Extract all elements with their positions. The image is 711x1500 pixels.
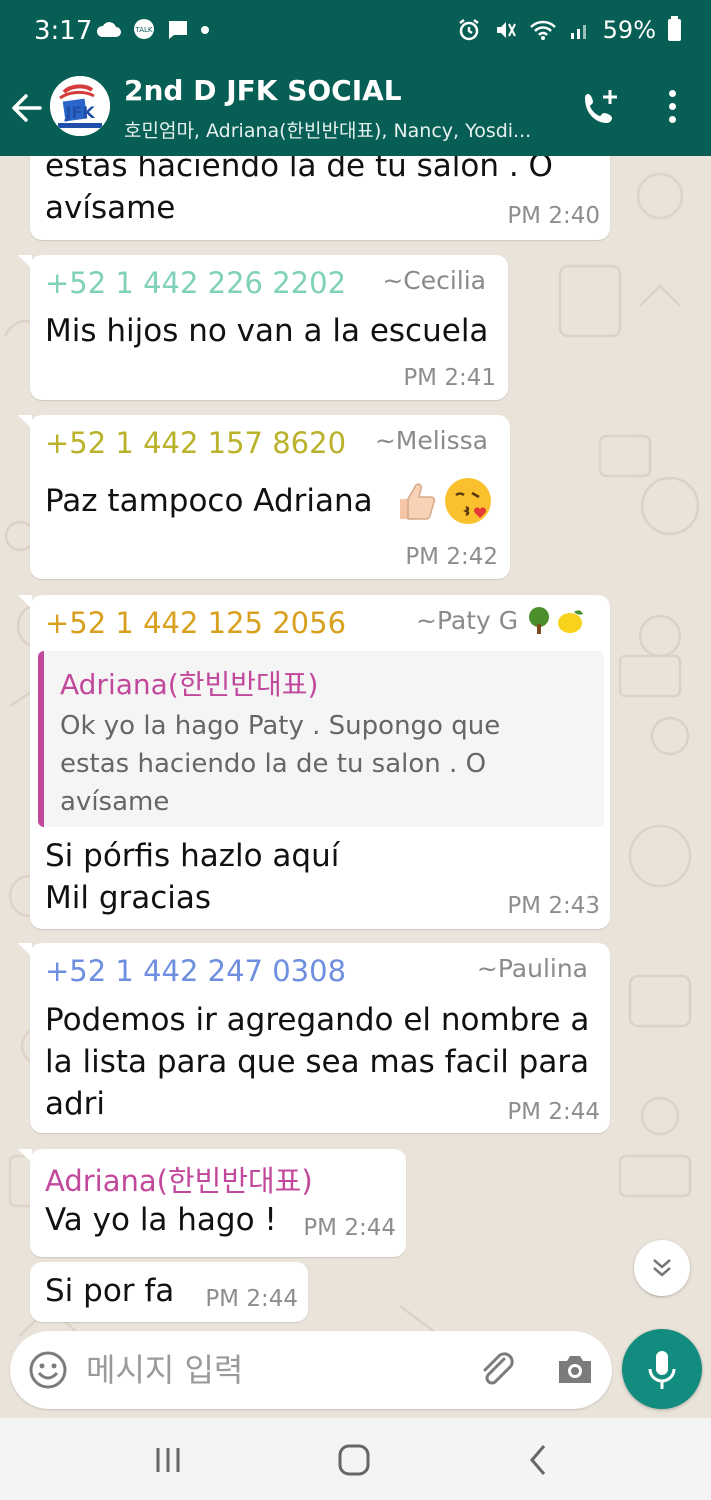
talk-icon: TALK	[134, 19, 154, 39]
sender-name: ~Paulina	[476, 954, 588, 983]
message-bubble[interactable]: Adriana(한빈반대표) Va yo la hago ! PM 2:44	[18, 1149, 406, 1257]
sender-name: ~Cecilia	[382, 266, 486, 295]
message-text: Si por fa	[45, 1273, 175, 1309]
attach-button[interactable]	[476, 1349, 518, 1391]
message-bubble[interactable]: +52 1 442 157 8620 ~Melissa Paz tampoco …	[18, 415, 510, 579]
quote-author: Adriana(한빈반대표)	[60, 668, 319, 701]
chat-header: JFK 2nd D JFK SOCIAL 호민엄마, Adriana(한빈반대표…	[0, 62, 711, 156]
quote-text-line: avísame	[60, 787, 170, 817]
sender-name: ~Melissa	[374, 426, 488, 455]
sender-phone[interactable]: +52 1 442 125 2056	[45, 606, 346, 640]
status-time: 3:17	[34, 16, 93, 46]
chat-title[interactable]: 2nd D JFK SOCIAL	[124, 74, 402, 107]
recents-icon	[156, 1448, 180, 1472]
message-bubble[interactable]: estas haciendo la de tu salon . O avísam…	[30, 156, 610, 240]
group-avatar[interactable]: JFK	[50, 76, 110, 136]
thumbs-up-icon	[400, 483, 436, 520]
message-time: PM 2:40	[507, 203, 600, 229]
cloud-icon	[96, 22, 121, 37]
message-text: Mil gracias	[45, 880, 212, 916]
mic-icon	[648, 1351, 676, 1389]
sender-name: ~Paty G	[416, 606, 519, 635]
notification-icons: TALK	[96, 18, 210, 42]
home-button[interactable]	[324, 1438, 384, 1482]
status-bar: 3:17 TALK 59%	[0, 0, 711, 62]
message-input[interactable]	[86, 1345, 466, 1395]
chat-messages-area[interactable]: estas haciendo la de tu salon . O avísam…	[0, 156, 711, 1418]
sender-phone[interactable]: +52 1 442 157 8620	[45, 426, 346, 460]
battery-percent: 59%	[602, 16, 656, 44]
message-time: PM 2:42	[405, 544, 498, 570]
signal-icon	[570, 25, 586, 39]
message-text: la lista para que sea mas facil para	[45, 1044, 590, 1080]
voice-message-button[interactable]	[622, 1329, 702, 1409]
back-button[interactable]	[10, 86, 46, 130]
chat-members[interactable]: 호민엄마, Adriana(한빈반대표), Nancy, Yosdi...	[124, 116, 564, 143]
message-bubble[interactable]: +52 1 442 247 0308 ~Paulina Podemos ir a…	[18, 943, 610, 1133]
message-bubble[interactable]: +52 1 442 226 2202 ~Cecilia Mis hijos no…	[18, 255, 508, 400]
message-text: estas haciendo la de tu salon . O	[45, 156, 553, 184]
message-composer	[10, 1331, 612, 1409]
camera-icon	[559, 1356, 591, 1383]
sender-phone[interactable]: +52 1 442 226 2202	[45, 266, 346, 300]
message-text: Mis hijos no van a la escuela	[45, 313, 489, 349]
system-icons: 59%	[457, 16, 681, 44]
tree-icon	[529, 607, 549, 634]
message-text: Paz tampoco Adriana	[45, 483, 373, 519]
quote-text-line: Ok yo la hago Paty . Supongo que	[60, 711, 501, 741]
camera-button[interactable]	[554, 1349, 596, 1391]
message-text: Podemos ir agregando el nombre a	[45, 1002, 590, 1038]
smiley-icon	[29, 1351, 67, 1389]
message-time: PM 2:44	[507, 1099, 600, 1125]
nav-back-icon	[530, 1445, 546, 1475]
message-time: PM 2:44	[205, 1286, 298, 1312]
message-bubble[interactable]: Si por fa PM 2:44	[30, 1262, 308, 1322]
emoji-button[interactable]	[28, 1350, 68, 1390]
alarm-icon	[458, 19, 479, 41]
chat-icon	[169, 21, 187, 39]
home-icon	[338, 1444, 370, 1476]
quote-text-line: estas haciendo la de tu salon . O	[60, 749, 487, 779]
message-time: PM 2:43	[507, 893, 600, 919]
message-text: Si pórfis hazlo aquí	[45, 838, 340, 874]
scroll-to-bottom-button[interactable]	[634, 1240, 690, 1296]
quote-text: Ok yo la hago Paty . Supongo que estas h…	[60, 707, 600, 821]
mute-icon	[496, 22, 516, 38]
battery-icon	[668, 16, 681, 41]
nav-back-button[interactable]	[508, 1438, 568, 1482]
message-text: adri	[45, 1086, 106, 1122]
svg-text:TALK: TALK	[134, 26, 152, 34]
more-vert-icon	[655, 90, 689, 123]
add-call-icon	[585, 90, 617, 123]
system-nav-bar	[0, 1418, 711, 1500]
lemon-icon	[558, 610, 583, 633]
message-text: Va yo la hago !	[45, 1202, 277, 1238]
dot-icon	[201, 26, 209, 34]
message-bubble[interactable]: +52 1 442 125 2056 ~Paty G Adriana(한빈반대표…	[18, 595, 610, 929]
sender-name[interactable]: Adriana(한빈반대표)	[45, 1158, 313, 1200]
quoted-message[interactable]: Adriana(한빈반대표) Ok yo la hago Paty . Supo…	[38, 651, 604, 827]
add-call-button[interactable]	[578, 86, 626, 130]
message-text: avísame	[45, 190, 176, 226]
svg-text:JFK: JFK	[64, 103, 95, 122]
message-time: PM 2:41	[403, 365, 496, 391]
message-time: PM 2:44	[303, 1215, 396, 1241]
double-chevron-down-icon	[653, 1259, 671, 1277]
kissing-face-icon	[445, 478, 491, 524]
paperclip-icon	[483, 1352, 514, 1385]
wifi-icon	[529, 20, 556, 40]
more-options-button[interactable]	[655, 84, 689, 132]
sender-phone[interactable]: +52 1 442 247 0308	[45, 954, 346, 988]
jfk-logo-icon: JFK	[50, 76, 110, 136]
arrow-left-icon	[12, 94, 42, 122]
recents-button[interactable]	[138, 1438, 198, 1482]
